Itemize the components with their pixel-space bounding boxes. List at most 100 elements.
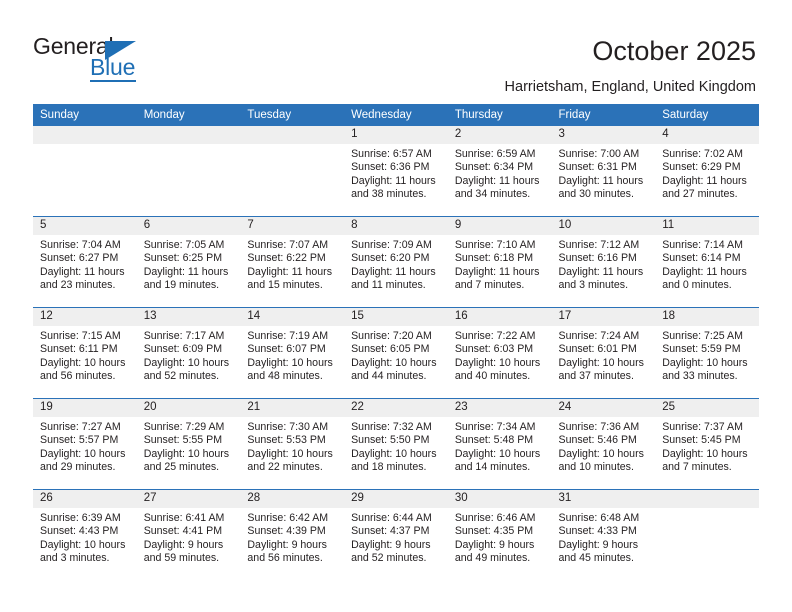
day-number [136, 126, 241, 144]
day-number: 2 [447, 126, 552, 144]
day-info-line: Daylight: 10 hours [143, 356, 230, 369]
calendar-day-cell[interactable]: 31 Sunrise: 6:48 AM Sunset: 4:33 PM Dayligh… [551, 489, 656, 580]
day-info-line: and 34 minutes. [454, 188, 531, 201]
day-info-line: and 56 minutes. [247, 552, 323, 565]
day-info-line: Sunset: 5:50 PM [351, 434, 430, 447]
calendar-day-cell[interactable]: 5 Sunrise: 7:04 AM Sunset: 6:27 PM Daylight… [33, 216, 137, 308]
calendar-day-cell[interactable]: 13 Sunrise: 7:17 AM Sunset: 6:09 PM Dayligh… [136, 307, 241, 399]
calendar-day-cell[interactable]: 28 Sunrise: 6:42 AM Sunset: 4:39 PM Dayligh… [240, 489, 345, 580]
day-info-line: and 56 minutes. [40, 370, 116, 383]
calendar-empty-cell [33, 126, 137, 217]
calendar-day-cell[interactable]: 9 Sunrise: 7:10 AM Sunset: 6:18 PM Daylight… [447, 216, 552, 308]
day-number: 1 [344, 126, 448, 144]
day-info-line: Daylight: 11 hours [558, 174, 644, 187]
day-sun-info: Sunrise: 7:32 AM Sunset: 5:50 PM Daylight:… [344, 417, 448, 475]
day-info-line: Sunset: 6:25 PM [143, 252, 223, 265]
day-info-line: and 11 minutes. [351, 279, 426, 292]
calendar-day-cell[interactable]: 17 Sunrise: 7:24 AM Sunset: 6:01 PM Dayligh… [551, 307, 656, 399]
calendar-day-cell[interactable]: 18 Sunrise: 7:25 AM Sunset: 5:59 PM Dayligh… [655, 307, 759, 399]
calendar-week-row: 19 Sunrise: 7:27 AM Sunset: 5:57 PM Dayligh… [33, 398, 759, 490]
calendar-day-cell[interactable]: 20 Sunrise: 7:29 AM Sunset: 5:55 PM Dayligh… [136, 398, 241, 490]
calendar-day-cell[interactable]: 16 Sunrise: 7:22 AM Sunset: 6:03 PM Dayligh… [447, 307, 552, 399]
day-number [655, 490, 759, 508]
calendar-day-cell[interactable]: 19 Sunrise: 7:27 AM Sunset: 5:57 PM Dayligh… [33, 398, 137, 490]
calendar-day-cell[interactable]: 6 Sunrise: 7:05 AM Sunset: 6:25 PM Daylight… [136, 216, 241, 308]
calendar-day-cell[interactable]: 22 Sunrise: 7:32 AM Sunset: 5:50 PM Dayligh… [344, 398, 448, 490]
day-sun-info: Sunrise: 7:29 AM Sunset: 5:55 PM Daylight:… [137, 417, 241, 475]
day-info-line: and 22 minutes. [247, 461, 323, 474]
day-info-line: and 52 minutes. [143, 370, 220, 383]
weekday-header-friday: Friday [551, 104, 656, 126]
calendar-day-cell[interactable]: 26 Sunrise: 6:39 AM Sunset: 4:43 PM Dayligh… [33, 489, 137, 580]
day-info-line: Sunset: 6:36 PM [351, 161, 430, 174]
page-header: General Blue October 2025 Harrietsham, E… [0, 0, 792, 104]
day-info-line: Sunset: 6:07 PM [247, 343, 326, 356]
day-info-line: Daylight: 10 hours [40, 538, 126, 551]
day-number: 19 [33, 399, 137, 417]
day-number: 7 [240, 217, 345, 235]
day-info-line: Sunset: 4:39 PM [247, 525, 326, 538]
day-info-line: Sunset: 4:37 PM [351, 525, 430, 538]
day-sun-info: Sunrise: 6:46 AM Sunset: 4:35 PM Daylight:… [448, 508, 552, 566]
day-info-line: Sunset: 6:31 PM [558, 161, 637, 174]
day-info-line: Sunset: 4:43 PM [40, 525, 119, 538]
day-info-line: Sunrise: 7:10 AM [454, 239, 536, 251]
day-info-line: and 10 minutes. [558, 461, 634, 474]
day-info-line: Daylight: 11 hours [351, 174, 436, 187]
day-sun-info: Sunrise: 6:41 AM Sunset: 4:41 PM Daylight:… [137, 508, 241, 566]
day-number: 27 [136, 490, 241, 508]
day-info-line: Sunrise: 6:42 AM [247, 512, 329, 524]
day-number: 16 [447, 308, 552, 326]
calendar-day-cell[interactable]: 15 Sunrise: 7:20 AM Sunset: 6:05 PM Dayligh… [344, 307, 448, 399]
calendar-day-cell[interactable]: 23 Sunrise: 7:34 AM Sunset: 5:48 PM Dayligh… [447, 398, 552, 490]
calendar-day-cell[interactable]: 30 Sunrise: 6:46 AM Sunset: 4:35 PM Dayligh… [447, 489, 552, 580]
day-info-line: Sunrise: 6:46 AM [454, 512, 536, 524]
day-info-line: Sunrise: 7:05 AM [143, 239, 225, 251]
day-info-line: and 7 minutes. [662, 461, 732, 474]
calendar-day-cell[interactable]: 12 Sunrise: 7:15 AM Sunset: 6:11 PM Dayligh… [33, 307, 137, 399]
day-info-line: Daylight: 11 hours [662, 265, 747, 278]
calendar-day-cell[interactable]: 25 Sunrise: 7:37 AM Sunset: 5:45 PM Dayligh… [655, 398, 759, 490]
weekday-header-monday: Monday [136, 104, 241, 126]
calendar-day-cell[interactable]: 3 Sunrise: 7:00 AM Sunset: 6:31 PM Daylight… [551, 126, 656, 217]
day-sun-info: Sunrise: 7:34 AM Sunset: 5:48 PM Daylight:… [448, 417, 552, 475]
day-sun-info: Sunrise: 7:02 AM Sunset: 6:29 PM Daylight:… [655, 144, 759, 202]
day-info-line: Sunrise: 7:34 AM [454, 421, 536, 433]
day-info-line: and 0 minutes. [662, 279, 732, 292]
day-sun-info: Sunrise: 7:17 AM Sunset: 6:09 PM Daylight:… [137, 326, 241, 384]
calendar-day-cell[interactable]: 4 Sunrise: 7:02 AM Sunset: 6:29 PM Daylight… [655, 126, 759, 217]
day-info-line: Daylight: 9 hours [558, 538, 639, 551]
weekday-header-wednesday: Wednesday [344, 104, 448, 126]
day-sun-info: Sunrise: 7:00 AM Sunset: 6:31 PM Daylight:… [552, 144, 656, 202]
day-info-line: Daylight: 11 hours [351, 265, 436, 278]
calendar-day-cell[interactable]: 24 Sunrise: 7:36 AM Sunset: 5:46 PM Dayligh… [551, 398, 656, 490]
day-info-line: Daylight: 10 hours [662, 356, 748, 369]
calendar-day-cell[interactable]: 10 Sunrise: 7:12 AM Sunset: 6:16 PM Dayligh… [551, 216, 656, 308]
calendar-day-cell[interactable]: 21 Sunrise: 7:30 AM Sunset: 5:53 PM Dayligh… [240, 398, 345, 490]
calendar-day-cell[interactable]: 29 Sunrise: 6:44 AM Sunset: 4:37 PM Dayligh… [344, 489, 448, 580]
day-info-line: and 23 minutes. [40, 279, 116, 292]
general-blue-logo[interactable]: General Blue [33, 33, 223, 85]
day-number: 11 [655, 217, 759, 235]
day-info-line: Sunrise: 7:02 AM [662, 148, 743, 160]
day-number: 25 [655, 399, 759, 417]
day-number: 31 [551, 490, 656, 508]
day-info-line: Sunset: 6:03 PM [454, 343, 534, 356]
calendar-day-cell[interactable]: 7 Sunrise: 7:07 AM Sunset: 6:22 PM Daylight… [240, 216, 345, 308]
day-info-line: Daylight: 9 hours [143, 538, 224, 551]
day-info-line: Sunrise: 6:39 AM [40, 512, 121, 524]
day-info-line: Daylight: 10 hours [40, 447, 126, 460]
weekday-header-tuesday: Tuesday [240, 104, 345, 126]
day-info-line: and 33 minutes. [662, 370, 738, 383]
day-sun-info: Sunrise: 6:59 AM Sunset: 6:34 PM Daylight:… [448, 144, 552, 202]
logo-word-blue: Blue [90, 54, 136, 80]
day-info-line: and 15 minutes. [247, 279, 323, 292]
calendar-day-cell[interactable]: 11 Sunrise: 7:14 AM Sunset: 6:14 PM Dayligh… [655, 216, 759, 308]
calendar-day-cell[interactable]: 27 Sunrise: 6:41 AM Sunset: 4:41 PM Dayligh… [136, 489, 241, 580]
calendar-day-cell[interactable]: 2 Sunrise: 6:59 AM Sunset: 6:34 PM Daylight… [447, 126, 552, 217]
calendar-day-cell[interactable]: 8 Sunrise: 7:09 AM Sunset: 6:20 PM Daylight… [344, 216, 448, 308]
day-number: 20 [136, 399, 241, 417]
calendar-day-cell[interactable]: 14 Sunrise: 7:19 AM Sunset: 6:07 PM Dayligh… [240, 307, 345, 399]
day-info-line: and 19 minutes. [143, 279, 220, 292]
calendar-day-cell[interactable]: 1 Sunrise: 6:57 AM Sunset: 6:36 PM Daylight… [344, 126, 448, 217]
